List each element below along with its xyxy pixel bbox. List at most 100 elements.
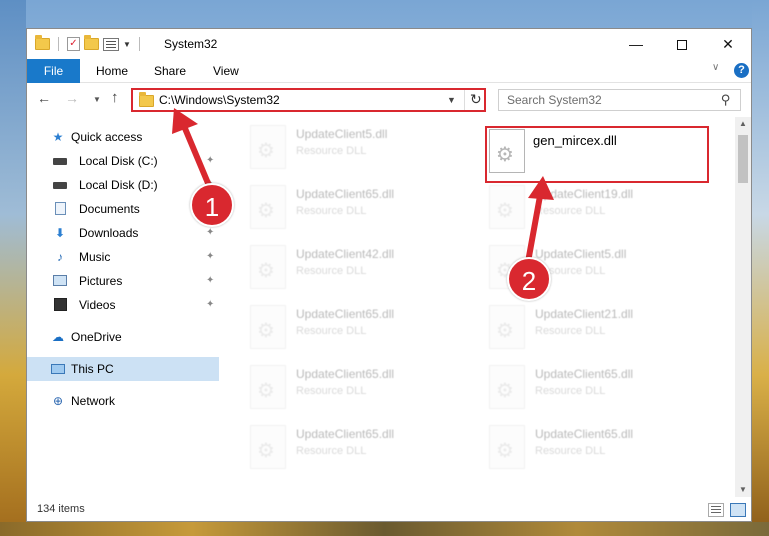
- expand-ribbon-chevron-icon[interactable]: ∨: [712, 62, 719, 73]
- search-icon[interactable]: ⚲: [721, 92, 731, 108]
- sidebar-item-label: Music: [79, 250, 111, 264]
- documents-icon: [53, 202, 67, 216]
- sidebar-item-label: OneDrive: [71, 330, 122, 344]
- close-button[interactable]: ✕: [705, 29, 751, 59]
- videos-icon: [53, 298, 67, 312]
- recent-locations-chevron-icon[interactable]: ▼: [93, 95, 101, 104]
- vertical-scrollbar[interactable]: ▲ ▼: [735, 117, 751, 497]
- cloud-icon: ☁: [52, 330, 64, 344]
- computer-icon: [51, 362, 65, 376]
- file-item[interactable]: UpdateClient65.dll Resource DLL: [250, 185, 470, 243]
- file-name: UpdateClient42.dll: [296, 247, 395, 261]
- file-item[interactable]: UpdateClient65.dll Resource DLL: [250, 365, 470, 423]
- file-type: Resource DLL: [535, 325, 606, 337]
- details-view-icon[interactable]: [708, 503, 724, 517]
- properties-icon[interactable]: [103, 37, 119, 51]
- address-path[interactable]: C:\Windows\System32: [159, 93, 280, 107]
- pin-icon[interactable]: ✦: [206, 245, 214, 269]
- file-item[interactable]: UpdateClient65.dll Resource DLL: [489, 425, 709, 483]
- search-input[interactable]: Search System32 ⚲: [498, 89, 741, 111]
- forward-arrow-icon[interactable]: →: [65, 90, 79, 106]
- file-item[interactable]: UpdateClient42.dll Resource DLL: [250, 245, 470, 303]
- sidebar-item-quick-access[interactable]: ★ Quick access: [27, 125, 219, 149]
- desktop-background-bottom: [0, 522, 769, 536]
- pin-icon[interactable]: ✦: [206, 149, 214, 173]
- sidebar-item-videos[interactable]: Videos ✦: [27, 293, 219, 317]
- sidebar-item-label: Network: [71, 394, 116, 408]
- large-icons-view-icon[interactable]: [730, 503, 746, 517]
- file-name: UpdateClient19.dll: [535, 187, 634, 201]
- new-folder-icon[interactable]: [84, 35, 99, 50]
- dll-file-icon: [250, 185, 286, 229]
- file-name: UpdateClient65.dll: [296, 427, 395, 441]
- file-name: UpdateClient65.dll: [296, 307, 395, 321]
- drive-icon: [53, 178, 67, 192]
- highlight-box: [485, 126, 709, 183]
- toolbar-separator: [138, 37, 140, 51]
- help-icon[interactable]: ?: [734, 63, 749, 78]
- pin-icon[interactable]: ✦: [206, 269, 214, 293]
- file-item[interactable]: UpdateClient19.dll Resource DLL: [489, 185, 709, 243]
- scroll-up-icon[interactable]: ▲: [739, 119, 747, 128]
- status-bar: 134 items: [27, 499, 751, 521]
- file-name: UpdateClient65.dll: [296, 367, 395, 381]
- file-name: UpdateClient65.dll: [296, 187, 395, 201]
- drive-icon: [53, 154, 67, 168]
- address-history-chevron-icon[interactable]: ▼: [447, 95, 456, 105]
- item-count: 134 items: [37, 503, 85, 515]
- file-item[interactable]: UpdateClient5.dll Resource DLL: [250, 125, 470, 183]
- step-2-badge: 2: [507, 257, 551, 301]
- tab-view[interactable]: View: [213, 59, 239, 83]
- tab-home[interactable]: Home: [96, 59, 128, 83]
- sidebar-item-local-disk-d[interactable]: Local Disk (D:) ✦: [27, 173, 219, 197]
- file-item[interactable]: UpdateClient65.dll Resource DLL: [250, 425, 470, 483]
- file-explorer-window: ✓ ▼ System32 — ✕ File Home Share View ∨ …: [26, 28, 752, 522]
- sidebar-item-label: Pictures: [79, 274, 123, 288]
- sidebar-item-label: Local Disk (D:): [79, 178, 158, 192]
- refresh-icon[interactable]: ↻: [470, 91, 482, 108]
- file-type: Resource DLL: [296, 145, 367, 157]
- tab-share[interactable]: Share: [154, 59, 186, 83]
- maximize-button[interactable]: [659, 29, 705, 59]
- dll-file-icon: [250, 365, 286, 409]
- network-icon: ⊕: [52, 394, 64, 408]
- file-name: UpdateClient65.dll: [535, 427, 634, 441]
- properties-check-icon[interactable]: ✓: [67, 37, 80, 51]
- file-type: Resource DLL: [535, 445, 606, 457]
- dll-file-icon: [489, 185, 525, 229]
- file-type: Resource DLL: [296, 325, 367, 337]
- sidebar-item-music[interactable]: ♪ Music ✦: [27, 245, 219, 269]
- title-bar[interactable]: ✓ ▼ System32 — ✕: [27, 29, 751, 59]
- sidebar-item-downloads[interactable]: ⬇ Downloads ✦: [27, 221, 219, 245]
- folder-icon: [35, 35, 50, 50]
- file-type: Resource DLL: [296, 205, 367, 217]
- sidebar-item-local-disk-c[interactable]: Local Disk (C:) ✦: [27, 149, 219, 173]
- dll-file-icon: [489, 365, 525, 409]
- sidebar-item-label: This PC: [71, 362, 114, 376]
- up-arrow-icon[interactable]: ↑: [111, 89, 119, 106]
- sidebar-item-pictures[interactable]: Pictures ✦: [27, 269, 219, 293]
- scroll-down-icon[interactable]: ▼: [739, 485, 747, 494]
- back-arrow-icon[interactable]: ←: [37, 90, 51, 106]
- sidebar-item-network[interactable]: ⊕ Network: [27, 389, 219, 413]
- tab-file[interactable]: File: [27, 59, 80, 83]
- sidebar-item-label: Videos: [79, 298, 116, 312]
- sidebar-item-this-pc[interactable]: This PC: [27, 357, 219, 381]
- pin-icon[interactable]: ✦: [206, 293, 214, 317]
- dll-file-icon: [250, 305, 286, 349]
- pictures-icon: [53, 274, 67, 288]
- file-type: Resource DLL: [535, 385, 606, 397]
- file-type: Resource DLL: [296, 265, 367, 277]
- scrollbar-thumb[interactable]: [738, 135, 748, 183]
- window-title: System32: [164, 37, 218, 51]
- address-bar[interactable]: C:\Windows\System32 ▼ ↻: [131, 88, 486, 112]
- customize-toolbar-chevron-icon[interactable]: ▼: [123, 40, 131, 49]
- dll-file-icon: [250, 245, 286, 289]
- file-type: Resource DLL: [296, 445, 367, 457]
- sidebar-item-onedrive[interactable]: ☁ OneDrive: [27, 325, 219, 349]
- dll-file-icon: [250, 425, 286, 469]
- file-item[interactable]: UpdateClient65.dll Resource DLL: [250, 305, 470, 363]
- file-item[interactable]: UpdateClient65.dll Resource DLL: [489, 365, 709, 423]
- file-item[interactable]: UpdateClient21.dll Resource DLL: [489, 305, 709, 363]
- minimize-button[interactable]: —: [613, 29, 659, 59]
